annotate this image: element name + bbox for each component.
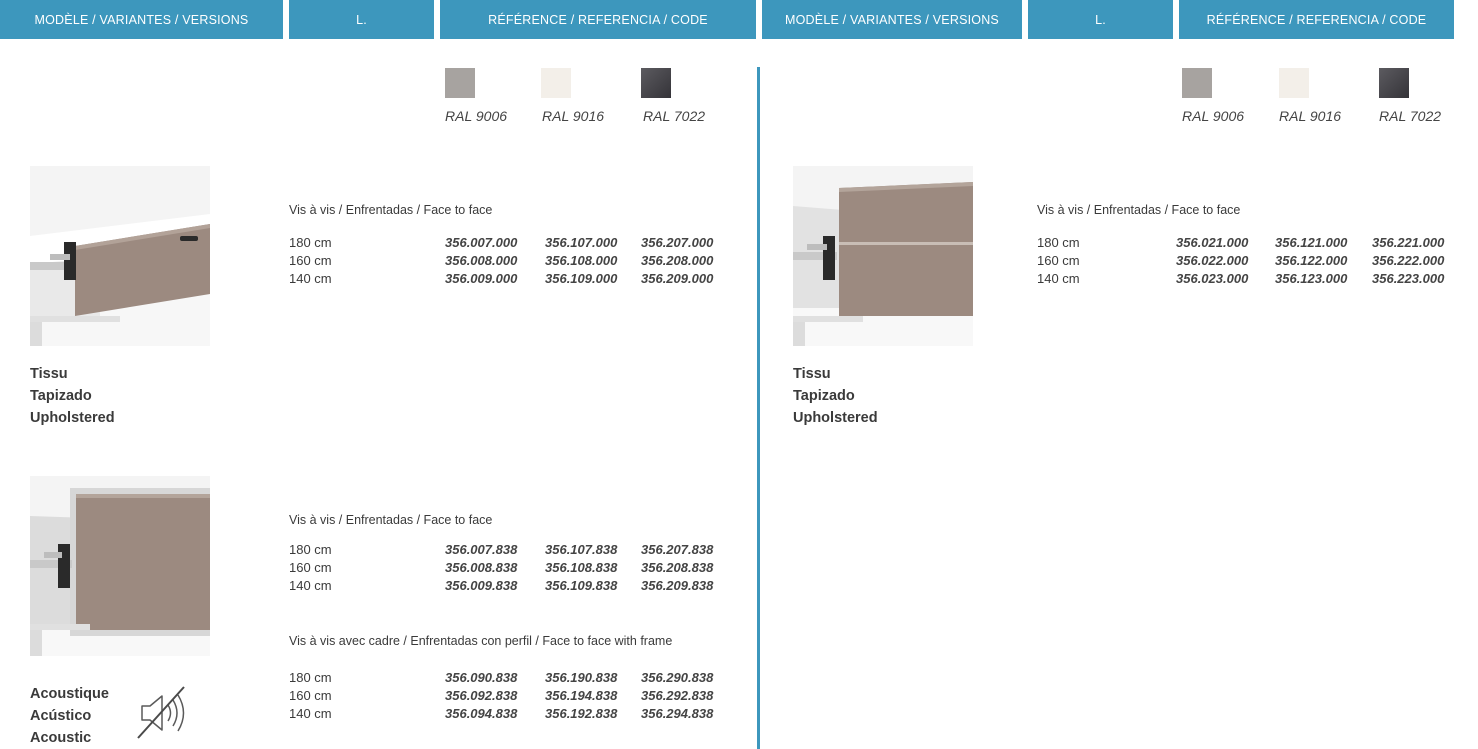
swatch-label: RAL 9006 — [1182, 108, 1245, 124]
code-cell: 356.290.838 — [641, 670, 714, 685]
table-row: 160 cm 356.008.000 356.108.000 356.208.0… — [289, 252, 729, 270]
section-subtitle: Vis à vis / Enfrentadas / Face to face — [1037, 203, 1241, 217]
code-cell: 356.221.000 — [1372, 235, 1445, 250]
swatch-ral-9016 — [1279, 68, 1309, 98]
table-row: 140 cm 356.094.838 356.192.838 356.294.8… — [289, 705, 729, 723]
code-cell: 356.109.000 — [545, 271, 618, 286]
variant-name: Tissu — [793, 366, 831, 382]
table-row: 160 cm 356.008.838 356.108.838 356.208.8… — [289, 559, 729, 577]
variant-name: Tapizado — [793, 388, 855, 404]
code-cell: 356.223.000 — [1372, 271, 1445, 286]
variant-name: Acoustique — [30, 686, 109, 702]
table-row: 140 cm 356.009.000 356.109.000 356.209.0… — [289, 270, 729, 288]
variant-name: Tissu — [30, 366, 68, 382]
code-cell: 356.108.000 — [545, 253, 618, 268]
section-subtitle: Vis à vis avec cadre / Enfrentadas con p… — [289, 634, 673, 648]
table-row: 140 cm 356.023.000 356.123.000 356.223.0… — [1037, 270, 1457, 288]
code-cell: 356.209.000 — [641, 271, 714, 286]
swatch-label: RAL 9016 — [542, 108, 605, 124]
length-cell: 180 cm — [1037, 235, 1080, 250]
code-cell: 356.008.838 — [445, 560, 518, 575]
muted-speaker-icon — [134, 684, 190, 742]
code-cell: 356.121.000 — [1275, 235, 1348, 250]
code-cell: 356.108.838 — [545, 560, 618, 575]
table-row: 180 cm 356.090.838 356.190.838 356.290.8… — [289, 669, 729, 687]
column-divider — [757, 67, 760, 749]
code-cell: 356.207.838 — [641, 542, 714, 557]
header-reference-right: RÉFÉRENCE / REFERENCIA / CODE — [1179, 0, 1454, 39]
code-cell: 356.009.000 — [445, 271, 518, 286]
length-cell: 140 cm — [289, 271, 332, 286]
length-cell: 140 cm — [1037, 271, 1080, 286]
length-cell: 180 cm — [289, 670, 332, 685]
swatch-label: RAL 7022 — [1379, 108, 1442, 124]
variant-name: Acoustic — [30, 730, 92, 746]
header-length-left: L. — [289, 0, 434, 39]
table-row: 180 cm 356.021.000 356.121.000 356.221.0… — [1037, 234, 1457, 252]
header-reference-left: RÉFÉRENCE / REFERENCIA / CODE — [440, 0, 756, 39]
code-cell: 356.008.000 — [445, 253, 518, 268]
code-cell: 356.294.838 — [641, 706, 714, 721]
swatch-label: RAL 7022 — [643, 108, 706, 124]
table-row: 180 cm 356.007.838 356.107.838 356.207.8… — [289, 541, 729, 559]
code-cell: 356.009.838 — [445, 578, 518, 593]
code-cell: 356.194.838 — [545, 688, 618, 703]
section-subtitle: Vis à vis / Enfrentadas / Face to face — [289, 203, 493, 217]
section-subtitle: Vis à vis / Enfrentadas / Face to face — [289, 513, 493, 527]
swatch-ral-9006 — [445, 68, 475, 98]
swatch-ral-9016 — [541, 68, 571, 98]
code-cell: 356.208.838 — [641, 560, 714, 575]
code-cell: 356.109.838 — [545, 578, 618, 593]
code-cell: 356.021.000 — [1176, 235, 1249, 250]
length-cell: 180 cm — [289, 235, 332, 250]
code-cell: 356.222.000 — [1372, 253, 1445, 268]
length-cell: 180 cm — [289, 542, 332, 557]
variant-name: Upholstered — [793, 410, 878, 426]
header-models-right: MODÈLE / VARIANTES / VERSIONS — [762, 0, 1022, 39]
header-models-left: MODÈLE / VARIANTES / VERSIONS — [0, 0, 283, 39]
code-cell: 356.007.000 — [445, 235, 518, 250]
swatch-ral-7022 — [1379, 68, 1409, 98]
code-cell: 356.123.000 — [1275, 271, 1348, 286]
swatch-label: RAL 9006 — [445, 108, 508, 124]
table-row: 140 cm 356.009.838 356.109.838 356.209.8… — [289, 577, 729, 595]
length-cell: 160 cm — [289, 688, 332, 703]
code-cell: 356.092.838 — [445, 688, 518, 703]
code-cell: 356.122.000 — [1275, 253, 1348, 268]
variant-name: Acústico — [30, 708, 92, 724]
code-cell: 356.207.000 — [641, 235, 714, 250]
length-cell: 160 cm — [1037, 253, 1080, 268]
table-row: 160 cm 356.022.000 356.122.000 356.222.0… — [1037, 252, 1457, 270]
table-row: 180 cm 356.007.000 356.107.000 356.207.0… — [289, 234, 729, 252]
variant-names-upholstered: Tissu Tapizado Upholstered — [30, 363, 115, 429]
code-cell: 356.208.000 — [641, 253, 714, 268]
code-cell: 356.107.838 — [545, 542, 618, 557]
length-cell: 160 cm — [289, 560, 332, 575]
code-cell: 356.022.000 — [1176, 253, 1249, 268]
code-cell: 356.209.838 — [641, 578, 714, 593]
swatch-label: RAL 9016 — [1279, 108, 1342, 124]
length-cell: 140 cm — [289, 706, 332, 721]
product-photo-upholstered-tall — [793, 166, 973, 346]
table-row: 160 cm 356.092.838 356.194.838 356.292.8… — [289, 687, 729, 705]
variant-name: Tapizado — [30, 388, 92, 404]
code-cell: 356.190.838 — [545, 670, 618, 685]
product-photo-upholstered — [30, 166, 210, 346]
variant-names-upholstered-right: Tissu Tapizado Upholstered — [793, 363, 878, 429]
code-cell: 356.090.838 — [445, 670, 518, 685]
swatch-ral-9006 — [1182, 68, 1212, 98]
swatch-ral-7022 — [641, 68, 671, 98]
code-cell: 356.192.838 — [545, 706, 618, 721]
length-cell: 140 cm — [289, 578, 332, 593]
code-cell: 356.292.838 — [641, 688, 714, 703]
product-photo-acoustic — [30, 476, 210, 656]
code-cell: 356.107.000 — [545, 235, 618, 250]
length-cell: 160 cm — [289, 253, 332, 268]
variant-names-acoustic: Acoustique Acústico Acoustic — [30, 683, 109, 749]
code-cell: 356.094.838 — [445, 706, 518, 721]
header-length-right: L. — [1028, 0, 1173, 39]
code-cell: 356.023.000 — [1176, 271, 1249, 286]
code-cell: 356.007.838 — [445, 542, 518, 557]
variant-name: Upholstered — [30, 410, 115, 426]
